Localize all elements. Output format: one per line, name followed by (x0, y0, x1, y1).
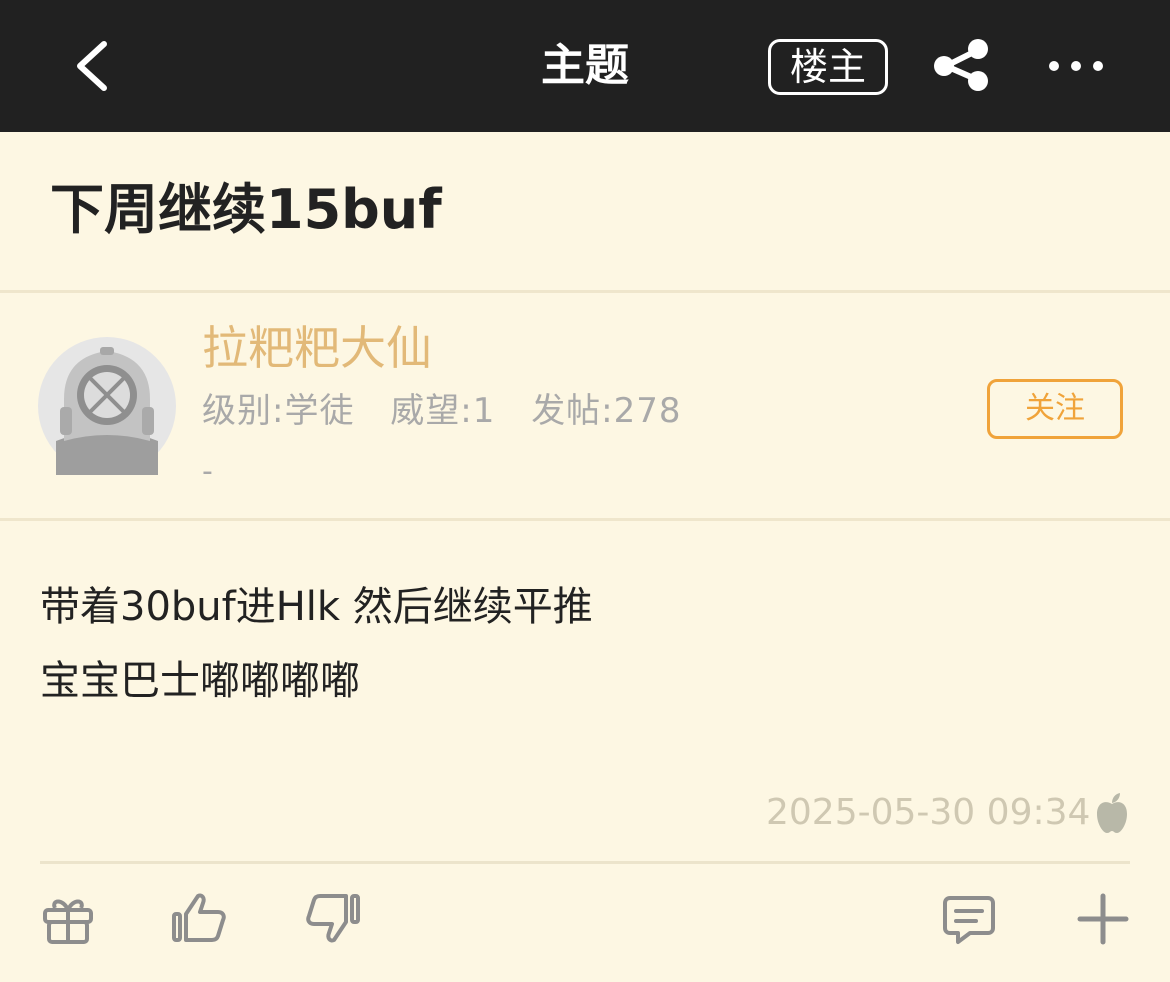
thread-title: 下周继续15buf (50, 178, 442, 241)
thumbs-up-icon (172, 893, 226, 942)
post-body: 带着30buf进Hlk 然后继续平推 宝宝巴士嘟嘟嘟嘟 (40, 570, 593, 718)
diving-helmet-avatar-icon (38, 337, 176, 475)
add-button[interactable] (1074, 890, 1132, 948)
share-icon (934, 39, 988, 91)
author-signature: - (202, 454, 213, 489)
post-timestamp: 2025-05-30 09:34 (766, 792, 1091, 833)
author-level: 级别:学徒 (202, 391, 355, 431)
more-button[interactable] (1044, 48, 1108, 84)
thumbs-down-icon (306, 894, 360, 943)
more-icon (1049, 61, 1103, 71)
avatar[interactable] (38, 337, 176, 475)
top-nav-bar: 主题 楼主 (0, 0, 1170, 132)
divider (40, 861, 1130, 864)
owner-only-button[interactable]: 楼主 (768, 39, 888, 95)
comment-icon (943, 896, 995, 944)
plus-icon (1077, 893, 1129, 945)
author-post-count: 发帖:278 (531, 391, 682, 431)
chevron-left-icon (77, 41, 107, 91)
author-stats: 级别:学徒 威望:1 发帖:278 (202, 388, 706, 434)
page-title: 主题 (541, 40, 629, 91)
gift-button[interactable] (39, 890, 97, 948)
author-reputation: 威望:1 (390, 391, 496, 431)
post-line: 带着30buf进Hlk 然后继续平推 (40, 584, 593, 630)
like-button[interactable] (170, 890, 228, 948)
dislike-button[interactable] (304, 890, 362, 948)
divider (0, 518, 1170, 521)
post-line: 宝宝巴士嘟嘟嘟嘟 (40, 658, 360, 704)
share-button[interactable] (930, 38, 994, 94)
comment-button[interactable] (940, 890, 998, 948)
gift-icon (43, 899, 93, 944)
back-button[interactable] (62, 36, 122, 96)
divider (0, 290, 1170, 293)
follow-button[interactable]: 关注 (987, 379, 1123, 439)
author-name[interactable]: 拉粑粑大仙 (202, 318, 432, 378)
apple-icon (1094, 792, 1130, 834)
